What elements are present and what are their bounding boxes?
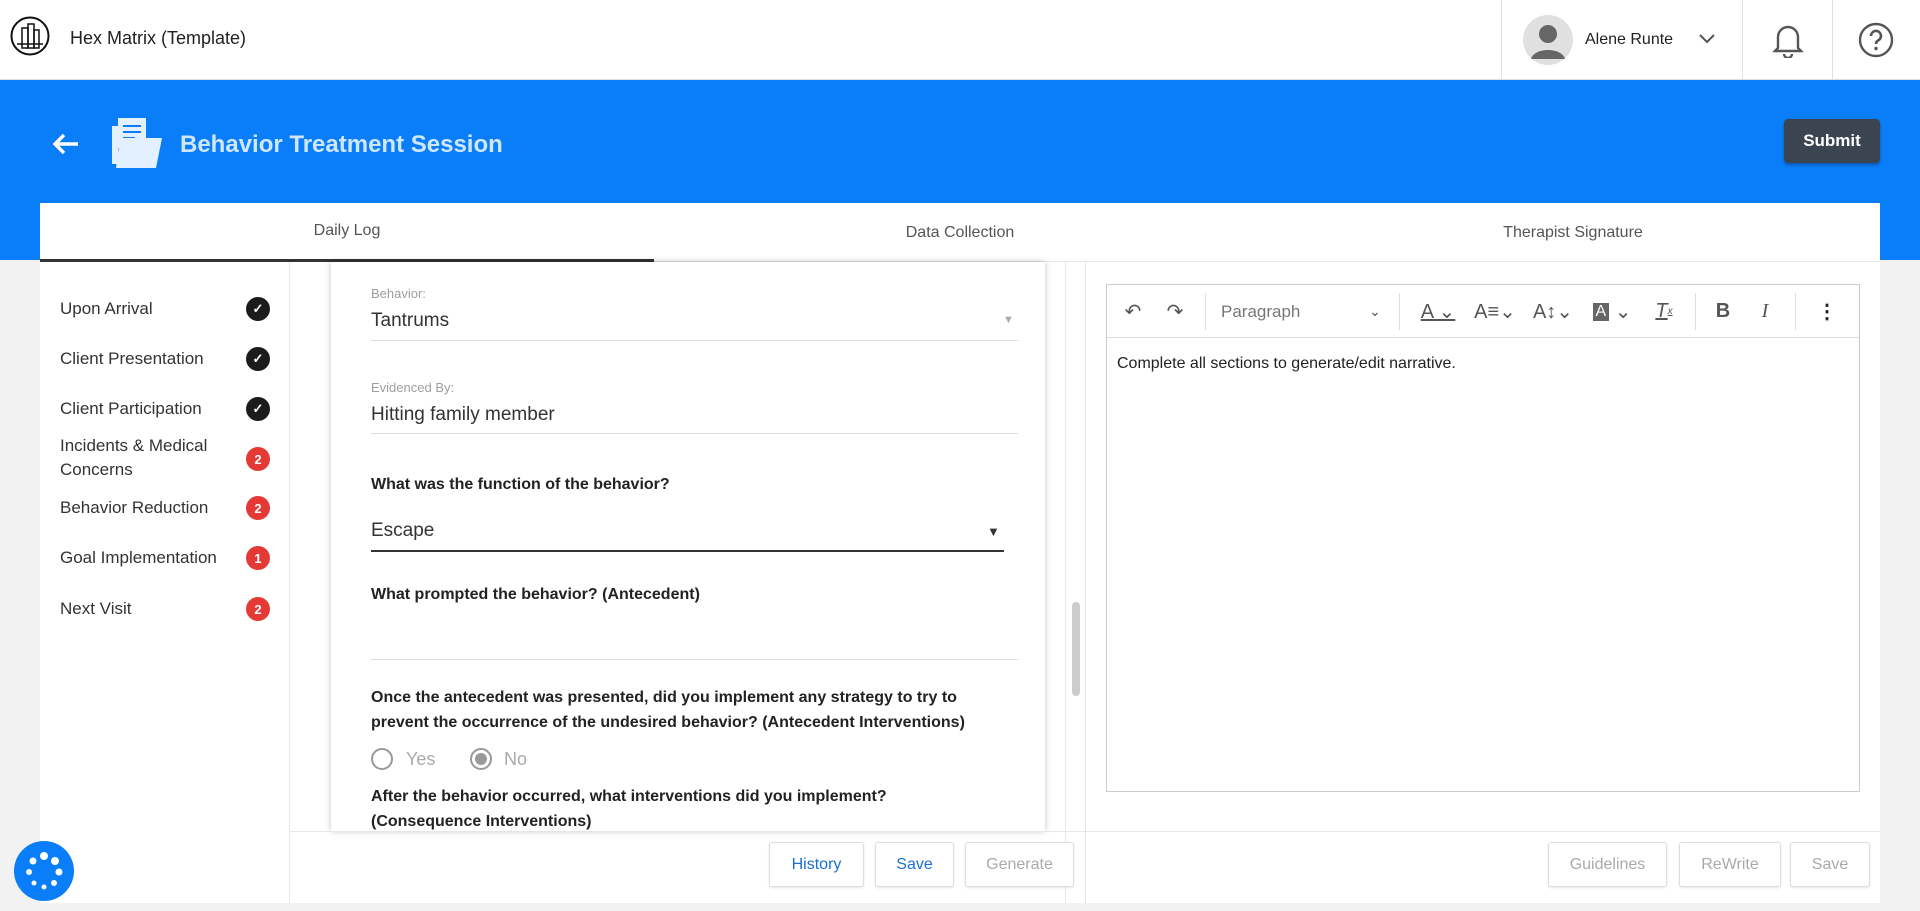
folder-document-icon	[112, 118, 162, 168]
font-family-icon[interactable]: A≡⌄	[1469, 285, 1521, 338]
help-icon[interactable]	[1858, 22, 1894, 58]
top-bar: Hex Matrix (Template) Alene Runte	[0, 0, 1920, 80]
function-select[interactable]: Escape	[371, 520, 434, 542]
caret-down-icon: ▼	[987, 524, 1000, 539]
back-arrow-icon[interactable]	[52, 132, 80, 156]
intervention-question: Once the antecedent was presented, did y…	[371, 689, 965, 731]
history-button[interactable]: History	[769, 842, 864, 887]
submit-button[interactable]: Submit	[1784, 119, 1880, 163]
check-icon: ✓	[246, 297, 270, 321]
narrative-editor: ↶ ↷ Paragraph ⌄ A ⌄ A≡⌄ A↕⌄ A ⌄ Tx B I ⋮…	[1106, 284, 1860, 792]
generate-button[interactable]: Generate	[965, 842, 1074, 887]
user-name: Alene Runte	[1585, 31, 1674, 48]
consequence-question: After the behavior occurred, what interv…	[371, 788, 887, 830]
divider	[1065, 262, 1066, 903]
app-logo-icon	[10, 16, 50, 56]
radio-yes-label: Yes	[406, 749, 436, 769]
behavior-select[interactable]: Tantrums	[371, 310, 449, 332]
editor-toolbar: ↶ ↷ Paragraph ⌄ A ⌄ A≡⌄ A↕⌄ A ⌄ Tx B I ⋮	[1107, 285, 1859, 338]
evidenced-label: Evidenced By:	[371, 380, 455, 395]
caret-down-icon: ▼	[1003, 314, 1014, 326]
rewrite-button[interactable]: ReWrite	[1679, 842, 1781, 887]
font-color-icon[interactable]: A ⌄	[1413, 285, 1463, 338]
tab-daily-log[interactable]: Daily Log	[40, 203, 654, 262]
editor-save-button[interactable]: Save	[1790, 842, 1870, 887]
count-badge: 2	[246, 597, 270, 621]
count-badge: 2	[246, 496, 270, 520]
count-badge: 1	[246, 546, 270, 570]
form-card: Behavior: Tantrums ▼ Evidenced By: Hitti…	[331, 262, 1045, 831]
check-icon: ✓	[246, 347, 270, 371]
function-question: What was the function of the behavior?	[371, 476, 670, 493]
footer-divider	[289, 831, 1880, 832]
scrollbar-thumb[interactable]	[1072, 602, 1080, 696]
antecedent-question: What prompted the behavior? (Antecedent)	[371, 586, 700, 603]
divider	[289, 262, 290, 903]
chevron-down-icon[interactable]: ⌄	[1365, 285, 1385, 338]
redo-icon[interactable]: ↷	[1157, 285, 1193, 338]
bell-icon[interactable]	[1772, 22, 1804, 58]
antecedent-input[interactable]	[371, 614, 1018, 658]
app-title: Hex Matrix (Template)	[70, 28, 247, 48]
count-badge: 2	[246, 447, 270, 471]
check-icon: ✓	[246, 397, 270, 421]
block-format-select[interactable]: Paragraph	[1221, 285, 1331, 338]
user-menu[interactable]: Alene Runte	[1523, 15, 1723, 65]
bold-icon[interactable]: B	[1705, 285, 1741, 338]
behavior-label: Behavior:	[371, 286, 426, 301]
radio-no-label: No	[504, 749, 528, 769]
narrative-text[interactable]: Complete all sections to generate/edit n…	[1117, 355, 1456, 373]
radio-no[interactable]	[470, 748, 492, 770]
chevron-down-icon	[1699, 34, 1715, 44]
evidenced-input[interactable]: Hitting family member	[371, 404, 555, 426]
save-button[interactable]: Save	[875, 842, 954, 887]
page-title: Behavior Treatment Session	[180, 131, 503, 158]
tab-therapist-signature[interactable]: Therapist Signature	[1266, 203, 1880, 262]
clear-format-icon[interactable]: Tx	[1647, 285, 1681, 338]
more-options-icon[interactable]: ⋮	[1807, 285, 1847, 338]
undo-icon[interactable]: ↶	[1115, 285, 1151, 338]
tab-data-collection[interactable]: Data Collection	[654, 203, 1266, 262]
divider	[1085, 262, 1086, 903]
select-underline	[371, 550, 1004, 552]
tab-bar: Daily Log Data Collection Therapist Sign…	[40, 203, 1880, 262]
sidebar-item-incidents[interactable]: Incidents & Medical Concerns	[60, 434, 230, 482]
font-size-icon[interactable]: A↕⌄	[1527, 285, 1579, 338]
radio-yes[interactable]	[371, 748, 393, 770]
highlight-color-icon[interactable]: A ⌄	[1587, 285, 1637, 338]
avatar	[1523, 15, 1573, 65]
floating-widget-icon[interactable]	[13, 840, 75, 902]
guidelines-button[interactable]: Guidelines	[1548, 842, 1667, 887]
italic-icon[interactable]: I	[1747, 285, 1783, 338]
